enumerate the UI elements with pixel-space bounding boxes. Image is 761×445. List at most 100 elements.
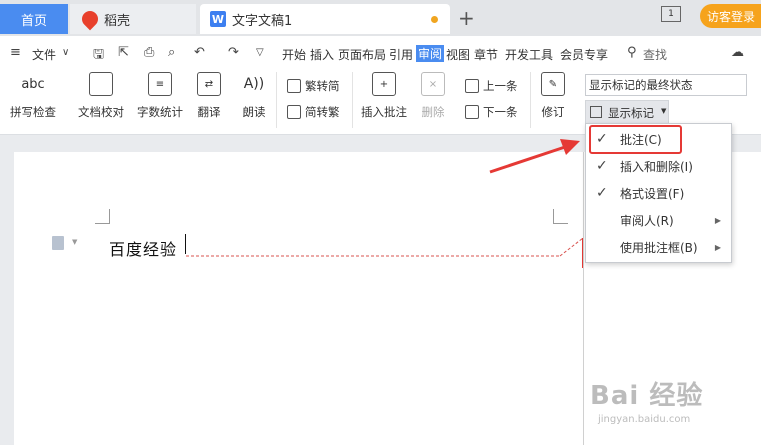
- tab-bar: 首页 稻壳 W 文字文稿1 + 1 访客登录: [0, 0, 761, 36]
- tab-document[interactable]: W 文字文稿1: [200, 4, 450, 34]
- save-icon[interactable]: 🖫: [93, 45, 104, 67]
- prev-comment-icon: [465, 79, 479, 93]
- word-count-label: 字数统计: [137, 105, 183, 119]
- delete-comment-button[interactable]: × 删除: [421, 72, 445, 120]
- baidu-watermark-url: jingyan.baidu.com: [598, 414, 691, 425]
- trad-convert-icon: [287, 79, 301, 93]
- next-comment-label: 下一条: [483, 105, 518, 119]
- word-count-icon: ≡: [148, 72, 172, 96]
- show-marks-icon: [590, 106, 602, 118]
- check-icon: ✓: [596, 185, 608, 201]
- delete-comment-icon: ×: [421, 72, 445, 96]
- tab-home[interactable]: 首页: [0, 4, 68, 34]
- guest-login-button[interactable]: 访客登录: [700, 4, 761, 28]
- dropdown-item-label: 使用批注框(B): [620, 240, 698, 255]
- margin-corner-tr: [553, 209, 568, 224]
- read-aloud-icon: A)): [243, 76, 265, 92]
- doc-proof-label: 文档校对: [78, 105, 124, 119]
- menu-reference[interactable]: 引用: [389, 46, 413, 63]
- dropdown-item-label: 插入和删除(I): [620, 159, 693, 174]
- chevron-down-icon: ▼: [661, 107, 667, 115]
- divider: [530, 72, 531, 128]
- daoke-logo-icon: [78, 7, 102, 31]
- menu-start[interactable]: 开始: [282, 46, 306, 63]
- tab-home-label: 首页: [20, 13, 47, 29]
- divider: [352, 72, 353, 128]
- insert-comment-label: 插入批注: [361, 105, 407, 119]
- menu-view[interactable]: 视图: [446, 46, 470, 63]
- redo-icon[interactable]: ↷: [228, 45, 239, 60]
- paragraph-nav-icon[interactable]: [52, 236, 64, 250]
- simp-convert-icon: [287, 105, 301, 119]
- menu-insert[interactable]: 插入: [310, 46, 334, 63]
- search-icon[interactable]: ⚲: [627, 45, 637, 60]
- trad-convert-button[interactable]: 繁转简: [287, 78, 340, 94]
- next-comment-button[interactable]: 下一条: [465, 104, 518, 120]
- menu-chapter[interactable]: 章节: [474, 46, 498, 63]
- dropdown-item-reviewers[interactable]: 审阅人(R) ▶: [586, 208, 731, 232]
- chevron-down-icon[interactable]: ∨: [62, 47, 69, 58]
- submenu-arrow-icon: ▶: [714, 215, 721, 225]
- prev-comment-button[interactable]: 上一条: [465, 78, 518, 94]
- tab-document-label: 文字文稿1: [232, 13, 293, 29]
- dropdown-item-label: 审阅人(R): [620, 213, 674, 228]
- simp-convert-button[interactable]: 简转繁: [287, 104, 340, 120]
- revise-icon: ✎: [541, 72, 565, 96]
- menu-search[interactable]: 查找: [643, 46, 667, 63]
- insert-comment-button[interactable]: + 插入批注: [361, 72, 407, 120]
- submenu-arrow-icon: ▶: [714, 242, 721, 252]
- document-page[interactable]: [14, 152, 583, 445]
- export-icon[interactable]: ⇱: [118, 45, 129, 60]
- spell-check-label: 拼写检查: [10, 105, 56, 119]
- hamburger-icon[interactable]: ≡: [10, 45, 21, 60]
- writer-logo-icon: W: [210, 11, 226, 27]
- menu-file[interactable]: 文件: [32, 46, 56, 63]
- read-aloud-label: 朗读: [242, 105, 266, 119]
- revise-label: 修订: [541, 105, 565, 119]
- dropdown-item-insert-delete[interactable]: ✓ 插入和删除(I): [586, 154, 731, 178]
- print-preview-icon[interactable]: ⌕: [168, 45, 175, 60]
- print-icon[interactable]: ⎙: [144, 45, 154, 60]
- doc-proof-button[interactable]: 文档校对: [78, 72, 124, 120]
- unsaved-dot-icon: [431, 16, 438, 23]
- insert-comment-icon: +: [372, 72, 396, 96]
- prev-comment-label: 上一条: [483, 79, 518, 93]
- word-count-button[interactable]: ≡ 字数统计: [137, 72, 183, 120]
- dropdown-item-balloons[interactable]: 使用批注框(B) ▶: [586, 235, 731, 259]
- tab-daoke[interactable]: 稻壳: [70, 4, 196, 34]
- show-marks-button[interactable]: 显示标记 ▼: [585, 100, 669, 124]
- translate-button[interactable]: ⇄ 翻译: [197, 72, 221, 120]
- check-icon: ✓: [596, 158, 608, 174]
- window-count-indicator[interactable]: 1: [661, 6, 681, 22]
- delete-comment-label: 删除: [421, 105, 445, 119]
- quick-access-dropdown-icon[interactable]: ▽: [256, 47, 264, 58]
- text-caret: [185, 234, 186, 254]
- document-text[interactable]: 百度经验: [109, 236, 177, 260]
- simp-convert-label: 简转繁: [305, 105, 340, 119]
- menu-dev-tools[interactable]: 开发工具: [505, 46, 553, 63]
- translate-label: 翻译: [197, 105, 221, 119]
- menu-bar: ≡ 文件 ∨ 🖫 ⇱ ⎙ ⌕ ↶ ↷ ▽ 开始 插入 页面布局 引用 审阅 视图…: [0, 36, 761, 66]
- menu-review[interactable]: 审阅: [416, 45, 445, 62]
- show-marks-label: 显示标记: [608, 106, 654, 120]
- read-aloud-button[interactable]: A)) 朗读: [242, 72, 266, 120]
- markup-state-select[interactable]: 显示标记的最终状态: [585, 74, 747, 96]
- margin-corner-tl: [95, 209, 110, 224]
- dropdown-item-label: 格式设置(F): [620, 186, 685, 201]
- dropdown-item-formatting[interactable]: ✓ 格式设置(F): [586, 181, 731, 205]
- spell-check-icon: abc: [21, 76, 45, 92]
- menu-page-layout[interactable]: 页面布局: [338, 46, 386, 63]
- divider: [276, 72, 277, 128]
- baidu-watermark: Bai 经验: [590, 381, 704, 411]
- next-comment-icon: [465, 105, 479, 119]
- new-tab-button[interactable]: +: [458, 6, 475, 30]
- revise-button[interactable]: ✎ 修订: [541, 72, 565, 120]
- tab-daoke-label: 稻壳: [104, 13, 131, 29]
- cloud-icon[interactable]: ☁: [731, 45, 744, 60]
- menu-member[interactable]: 会员专享: [560, 46, 608, 63]
- trad-convert-label: 繁转简: [305, 79, 340, 93]
- doc-proof-icon: [89, 72, 113, 96]
- spell-check-button[interactable]: abc 拼写检查: [10, 72, 56, 120]
- highlight-box: [589, 125, 682, 154]
- undo-icon[interactable]: ↶: [194, 45, 205, 60]
